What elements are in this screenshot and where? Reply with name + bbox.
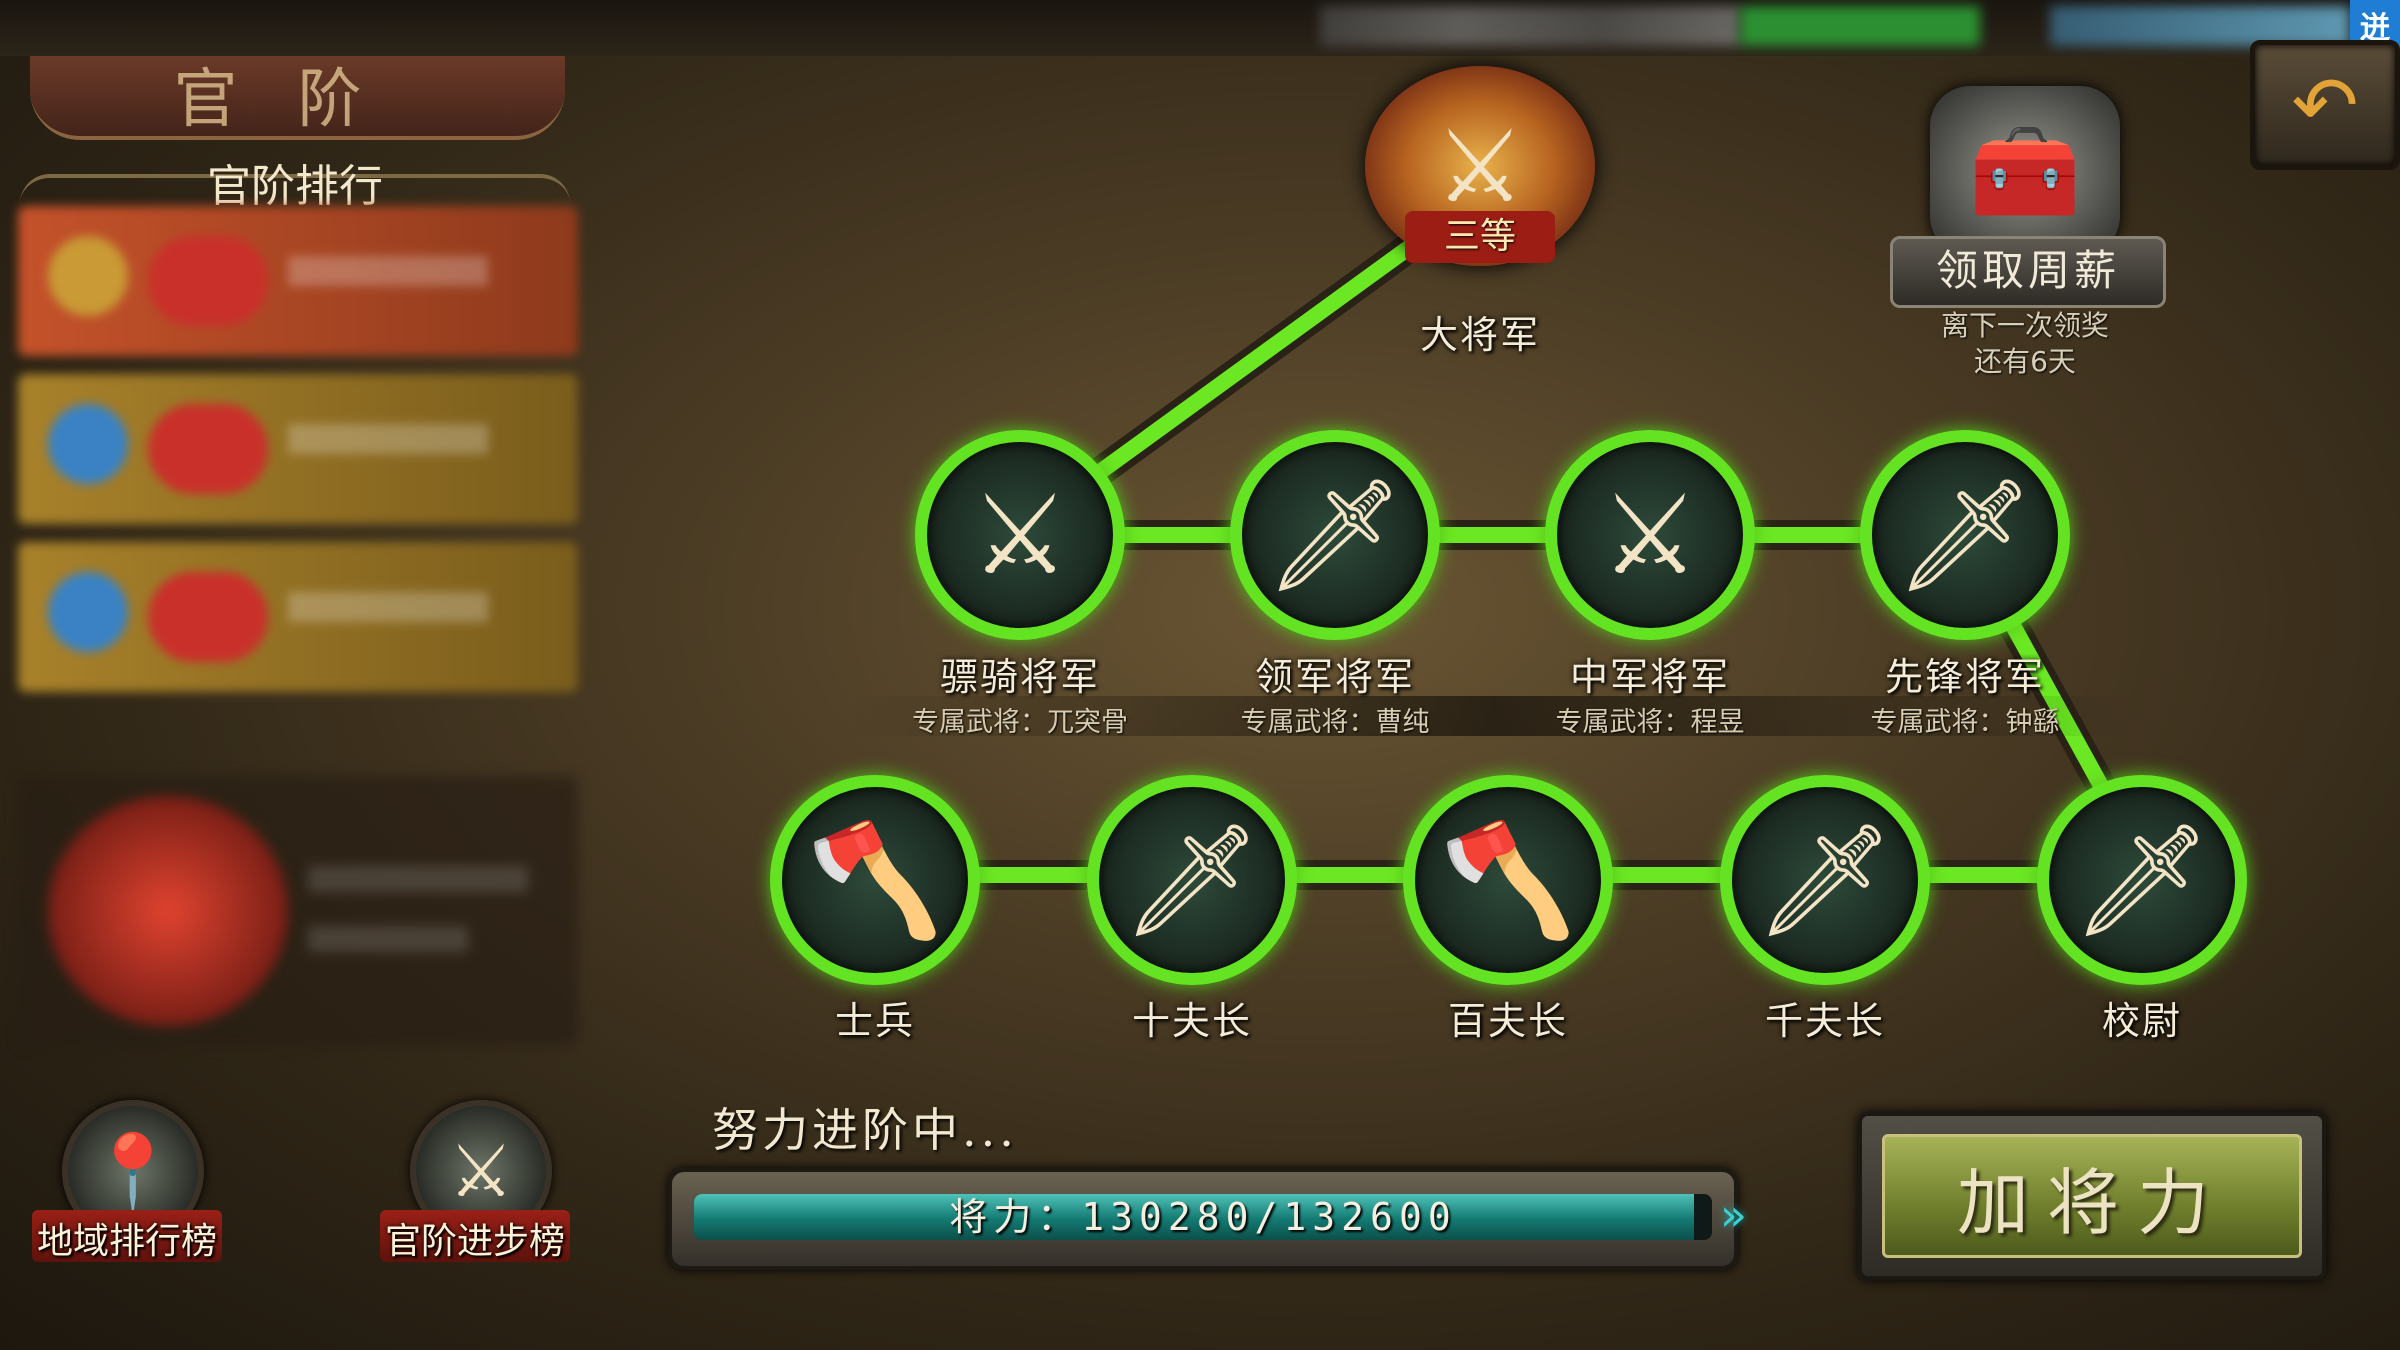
exclusive-general-text: 专属武将：程昱: [1555, 707, 1745, 738]
add-power-label: 加将力: [1956, 1160, 2227, 1245]
rank-medal-icon: [148, 404, 268, 494]
weekly-salary-button[interactable]: 🧰 领取周薪 离下一次领奖 还有6天: [1890, 86, 2166, 396]
ranking-panel: 官阶 官阶排行: [0, 56, 590, 1056]
blurred-text: [288, 592, 488, 622]
rank-node-cavalry-general[interactable]: ⚔: [915, 430, 1125, 640]
page-title: 官阶: [173, 63, 422, 137]
add-power-face: 加将力: [1882, 1134, 2302, 1258]
glaive-icon: 🗡: [2037, 775, 2247, 985]
rank-node-centurion[interactable]: 🪓: [1403, 775, 1613, 985]
progress-arrow-icon: »: [1720, 1190, 1747, 1241]
progress-track: 将力：130280/132600: [694, 1194, 1712, 1240]
blurred-text: [308, 926, 468, 952]
weekly-salary-label: 领取周薪: [1935, 246, 2120, 295]
rank-name: 校尉: [2101, 999, 2182, 1043]
saber-icon: 🗡: [1720, 775, 1930, 985]
rank-progress-leaderboard-button[interactable]: ⚔ 官阶进步榜: [380, 1100, 570, 1270]
exclusive-general-text: 专属武将：钟繇: [1870, 707, 2060, 738]
rank-name: 骠骑将军: [939, 655, 1100, 699]
salary-countdown: 离下一次领奖 还有6天: [1880, 308, 2170, 380]
ranking-row[interactable]: [18, 542, 578, 692]
blurred-text: [288, 424, 488, 454]
back-button[interactable]: ↶: [2250, 40, 2400, 170]
rank-grade-badge: 三等: [1405, 211, 1555, 263]
rank-node-central-general[interactable]: ⚔: [1545, 430, 1755, 640]
exclusive-general-text: 专属武将：兀突骨: [912, 707, 1128, 738]
crossed-swords-icon: ⚔: [1545, 430, 1755, 640]
dagger-icon: 🗡: [1087, 775, 1297, 985]
rank-node-great-general[interactable]: ⚔ 三等: [1365, 66, 1595, 266]
rank-node-chiliarch[interactable]: 🗡: [1720, 775, 1930, 985]
rank-node-colonel[interactable]: 🗡: [2037, 775, 2247, 985]
treasure-chest-icon: 🧰: [1930, 86, 2120, 256]
title-plaque: 官阶: [30, 56, 565, 140]
triple-swords-icon: 🗡: [1230, 430, 1440, 640]
ranking-row[interactable]: [18, 206, 578, 356]
progress-text: 将力：130280/132600: [949, 1195, 1457, 1239]
progress-caption: 努力进阶中...: [712, 1103, 1018, 1157]
countdown-line: 离下一次领奖: [1940, 309, 2109, 342]
rank-emblem-icon: [48, 796, 288, 1026]
regional-leaderboard-label: 地域排行榜: [36, 1221, 217, 1262]
rank-name: 士兵: [834, 999, 915, 1043]
rank-medal-icon: [148, 572, 268, 662]
back-arrow-icon: ↶: [2291, 58, 2359, 152]
rank-name: 中军将军: [1569, 655, 1730, 699]
self-rank-card: [18, 776, 578, 1046]
blurred-status-area: [1320, 6, 1740, 46]
crossed-swords-icon: ⚔: [915, 430, 1125, 640]
rank-medal-icon: [148, 236, 268, 326]
rank-node-soldier[interactable]: 🪓: [770, 775, 980, 985]
rank-name: 领军将军: [1254, 655, 1415, 699]
avatar: [48, 404, 128, 484]
sickle-icon: 🪓: [770, 775, 980, 985]
exclusive-general-text: 专属武将：曹纯: [1240, 707, 1430, 738]
rank-name: 先锋将军: [1884, 655, 2045, 699]
add-power-button[interactable]: 加将力: [1858, 1112, 2326, 1280]
rank-name: 百夫长: [1447, 999, 1568, 1043]
rank-name: 大将军: [1419, 313, 1540, 357]
ranking-row[interactable]: [18, 374, 578, 524]
avatar: [48, 572, 128, 652]
rank-progress-leaderboard-label: 官阶进步榜: [384, 1221, 565, 1262]
rank-node-vanguard-general[interactable]: 🗡: [1860, 430, 2070, 640]
salary-plate: 领取周薪: [1890, 236, 2166, 308]
rank-node-squad-leader[interactable]: 🗡: [1087, 775, 1297, 985]
blurred-text: [308, 866, 528, 892]
avatar: [48, 236, 128, 316]
rank-node-army-general[interactable]: 🗡: [1230, 430, 1440, 640]
blurred-text: [288, 256, 488, 286]
rank-name: 十夫长: [1131, 999, 1252, 1043]
ranking-header-label: 官阶排行: [207, 161, 383, 212]
blurred-status-area: [1740, 6, 1980, 46]
regional-leaderboard-button[interactable]: 📍 地域排行榜: [32, 1100, 222, 1270]
halberd-icon: 🪓: [1403, 775, 1613, 985]
countdown-line: 还有6天: [1974, 345, 2076, 378]
power-progress-bar: 将力：130280/132600: [668, 1168, 1738, 1270]
single-sword-icon: 🗡: [1860, 430, 2070, 640]
rank-name: 千夫长: [1764, 999, 1885, 1043]
